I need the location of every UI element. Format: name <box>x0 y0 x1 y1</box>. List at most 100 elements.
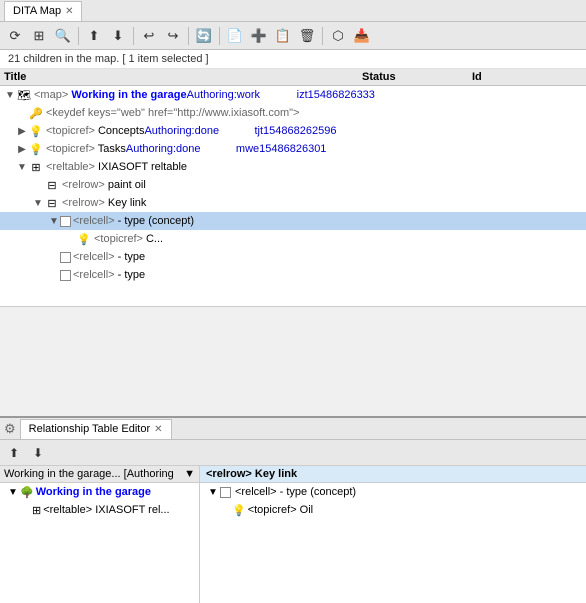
tree-label: <relrow> Key link <box>62 197 146 209</box>
tree-toggle <box>64 234 76 245</box>
tree-label: <map> Working in the garage <box>34 89 187 101</box>
toolbar-delete-btn[interactable]: 🗑 <box>296 25 318 47</box>
bottom-panel: ⚙ Relationship Table Editor ✕ ⬆ ⬇ Workin… <box>0 416 586 601</box>
toolbar-add-btn[interactable]: ➕ <box>248 25 270 47</box>
info-bar: 21 children in the map. [ 1 item selecte… <box>0 50 586 69</box>
tree-status: Authoring:work <box>187 89 297 101</box>
tree-row-selected[interactable]: ▼ <relcell> - type (concept) <box>0 212 586 230</box>
tree-row[interactable]: <relcell> - type <box>0 266 586 284</box>
tree-toggle[interactable]: ▼ <box>48 216 60 227</box>
dropdown-arrow-icon: ▼ <box>184 468 195 480</box>
tree-status: Authoring:done <box>126 143 236 155</box>
rel-tree-row[interactable]: 💡 <topicref> Oil <box>200 501 586 519</box>
rel-down-btn[interactable]: ⬇ <box>28 443 48 463</box>
key-icon: 🔑 <box>28 105 44 121</box>
rel-tree-toggle <box>20 505 32 516</box>
tree-row[interactable]: 💡 <topicref> C... <box>0 230 586 248</box>
relationship-table-tab[interactable]: Relationship Table Editor ✕ <box>20 419 172 439</box>
rel-row-header-label: <relrow> Key link <box>206 468 297 480</box>
tree-id: mwe15486826301 <box>236 143 346 155</box>
tree-label: <relcell> - type <box>73 269 145 281</box>
tree-toggle <box>48 252 60 263</box>
rel-row-header: <relrow> Key link <box>200 466 586 483</box>
dita-map-panel: DITA Map ✕ ⟳ ⊞ 🔍 ⬆ ⬇ ↩ ↪ 🔄 📄 ➕ 📋 🗑 ⬡ 📥 2… <box>0 0 586 307</box>
reltable-icon: ⊞ <box>28 159 44 175</box>
tree-toggle[interactable]: ▶ <box>16 126 28 137</box>
gear-icon: ⚙ <box>4 421 16 437</box>
dita-map-tab[interactable]: DITA Map ✕ <box>4 1 82 21</box>
tab-close-icon[interactable]: ✕ <box>65 6 73 17</box>
toolbar-sep3 <box>188 27 189 45</box>
tree-toggle[interactable]: ▼ <box>32 198 44 209</box>
tree-toggle[interactable]: ▼ <box>16 162 28 173</box>
relrow-icon: ⊟ <box>44 195 60 211</box>
rel-tree-dropdown[interactable]: Working in the garage... [Authoring ▼ <box>0 466 199 483</box>
tree-row[interactable]: ▼ 🗺 <map> Working in the garage Authorin… <box>0 86 586 104</box>
bottom-tab-close-icon[interactable]: ✕ <box>154 424 162 435</box>
col-status-header: Status <box>362 71 472 83</box>
bottom-tab-bar: ⚙ Relationship Table Editor ✕ <box>0 418 586 440</box>
rel-tree-dropdown-label: Working in the garage... [Authoring <box>4 468 184 480</box>
checkbox-icon <box>60 216 71 227</box>
toolbar-sep2 <box>133 27 134 45</box>
tree-label: <topicref> C... <box>94 233 163 245</box>
tree-label: <keydef keys="web" href="http://www.ixia… <box>46 107 299 119</box>
topic-icon2: 💡 <box>76 231 92 247</box>
toolbar-sep5 <box>322 27 323 45</box>
tree-label: <relcell> - type <box>73 251 145 263</box>
toolbar-forward-btn[interactable]: ↪ <box>162 25 184 47</box>
topic-icon3: 💡 <box>232 504 246 517</box>
tree-status: Authoring:done <box>144 125 254 137</box>
tree-row[interactable]: 🔑 <keydef keys="web" href="http://www.ix… <box>0 104 586 122</box>
tree-row[interactable]: ▼ ⊟ <relrow> Key link <box>0 194 586 212</box>
toolbar-copy-btn[interactable]: 📋 <box>272 25 294 47</box>
tree-toggle[interactable]: ▶ <box>16 144 28 155</box>
toolbar-sep4 <box>219 27 220 45</box>
tree-toggle <box>32 180 44 191</box>
toolbar-search-btn[interactable]: 🔍 <box>52 25 74 47</box>
tree-header: Title Status Id <box>0 69 586 86</box>
rel-tree-row[interactable]: ▼ <relcell> - type (concept) <box>200 483 586 501</box>
rel-tree-label: <reltable> IXIASOFT rel... <box>43 504 169 516</box>
tree-label: <reltable> IXIASOFT reltable <box>46 161 187 173</box>
rel-toggle[interactable]: ▼ <box>208 487 220 498</box>
toolbar-down-btn[interactable]: ⬇ <box>107 25 129 47</box>
tree-row[interactable]: ⊟ <relrow> paint oil <box>0 176 586 194</box>
toolbar-doc-btn[interactable]: 📄 <box>224 25 246 47</box>
rel-topicref-label: <topicref> Oil <box>248 504 313 516</box>
toolbar-import-btn[interactable]: 📥 <box>351 25 373 47</box>
bottom-tab-label: Relationship Table Editor <box>29 423 150 435</box>
toolbar-back-btn[interactable]: ↩ <box>138 25 160 47</box>
toolbar-sep1 <box>78 27 79 45</box>
info-text: 21 children in the map. [ 1 item selecte… <box>8 53 209 65</box>
tree-label: <relcell> - type (concept) <box>73 215 194 227</box>
relrow-icon: ⊟ <box>44 177 60 193</box>
tree-row[interactable]: ▼ ⊞ <reltable> IXIASOFT reltable <box>0 158 586 176</box>
tree-row[interactable]: ▶ 💡 <topicref> Tasks Authoring:done mwe1… <box>0 140 586 158</box>
rel-tree-label: Working in the garage <box>36 486 151 498</box>
tree-id: tjt154868262596 <box>254 125 364 137</box>
tree-row[interactable]: ▶ 💡 <topicref> Concepts Authoring:done t… <box>0 122 586 140</box>
map-icon: 🗺 <box>16 87 32 103</box>
tree-area[interactable]: ▼ 🗺 <map> Working in the garage Authorin… <box>0 86 586 306</box>
checkbox-icon <box>60 270 71 281</box>
toolbar-up-btn[interactable]: ⬆ <box>83 25 105 47</box>
toolbar-reload-btn[interactable]: 🔄 <box>193 25 215 47</box>
rel-tree-row[interactable]: ⊞ <reltable> IXIASOFT rel... <box>0 501 199 519</box>
toolbar-btn2[interactable]: ⊞ <box>28 25 50 47</box>
task-icon: 💡 <box>28 141 44 157</box>
checkbox-icon <box>60 252 71 263</box>
tree-toggle[interactable]: ▼ <box>4 90 16 101</box>
tree-label: <relrow> paint oil <box>62 179 146 191</box>
toolbar-refresh-btn[interactable]: ⟳ <box>4 25 26 47</box>
rel-checkbox[interactable] <box>220 487 231 498</box>
tree-label: <topicref> Concepts <box>46 125 144 137</box>
rel-tree-row[interactable]: ▼ 🌳 Working in the garage <box>0 483 199 501</box>
rel-tree-toggle[interactable]: ▼ <box>8 487 20 498</box>
tree-row[interactable]: <relcell> - type <box>0 248 586 266</box>
toolbar-hex-btn[interactable]: ⬡ <box>327 25 349 47</box>
rel-left-tree[interactable]: Working in the garage... [Authoring ▼ ▼ … <box>0 466 200 603</box>
tree-toggle <box>16 108 28 119</box>
rel-right-tree[interactable]: <relrow> Key link ▼ <relcell> - type (co… <box>200 466 586 603</box>
rel-up-btn[interactable]: ⬆ <box>4 443 24 463</box>
